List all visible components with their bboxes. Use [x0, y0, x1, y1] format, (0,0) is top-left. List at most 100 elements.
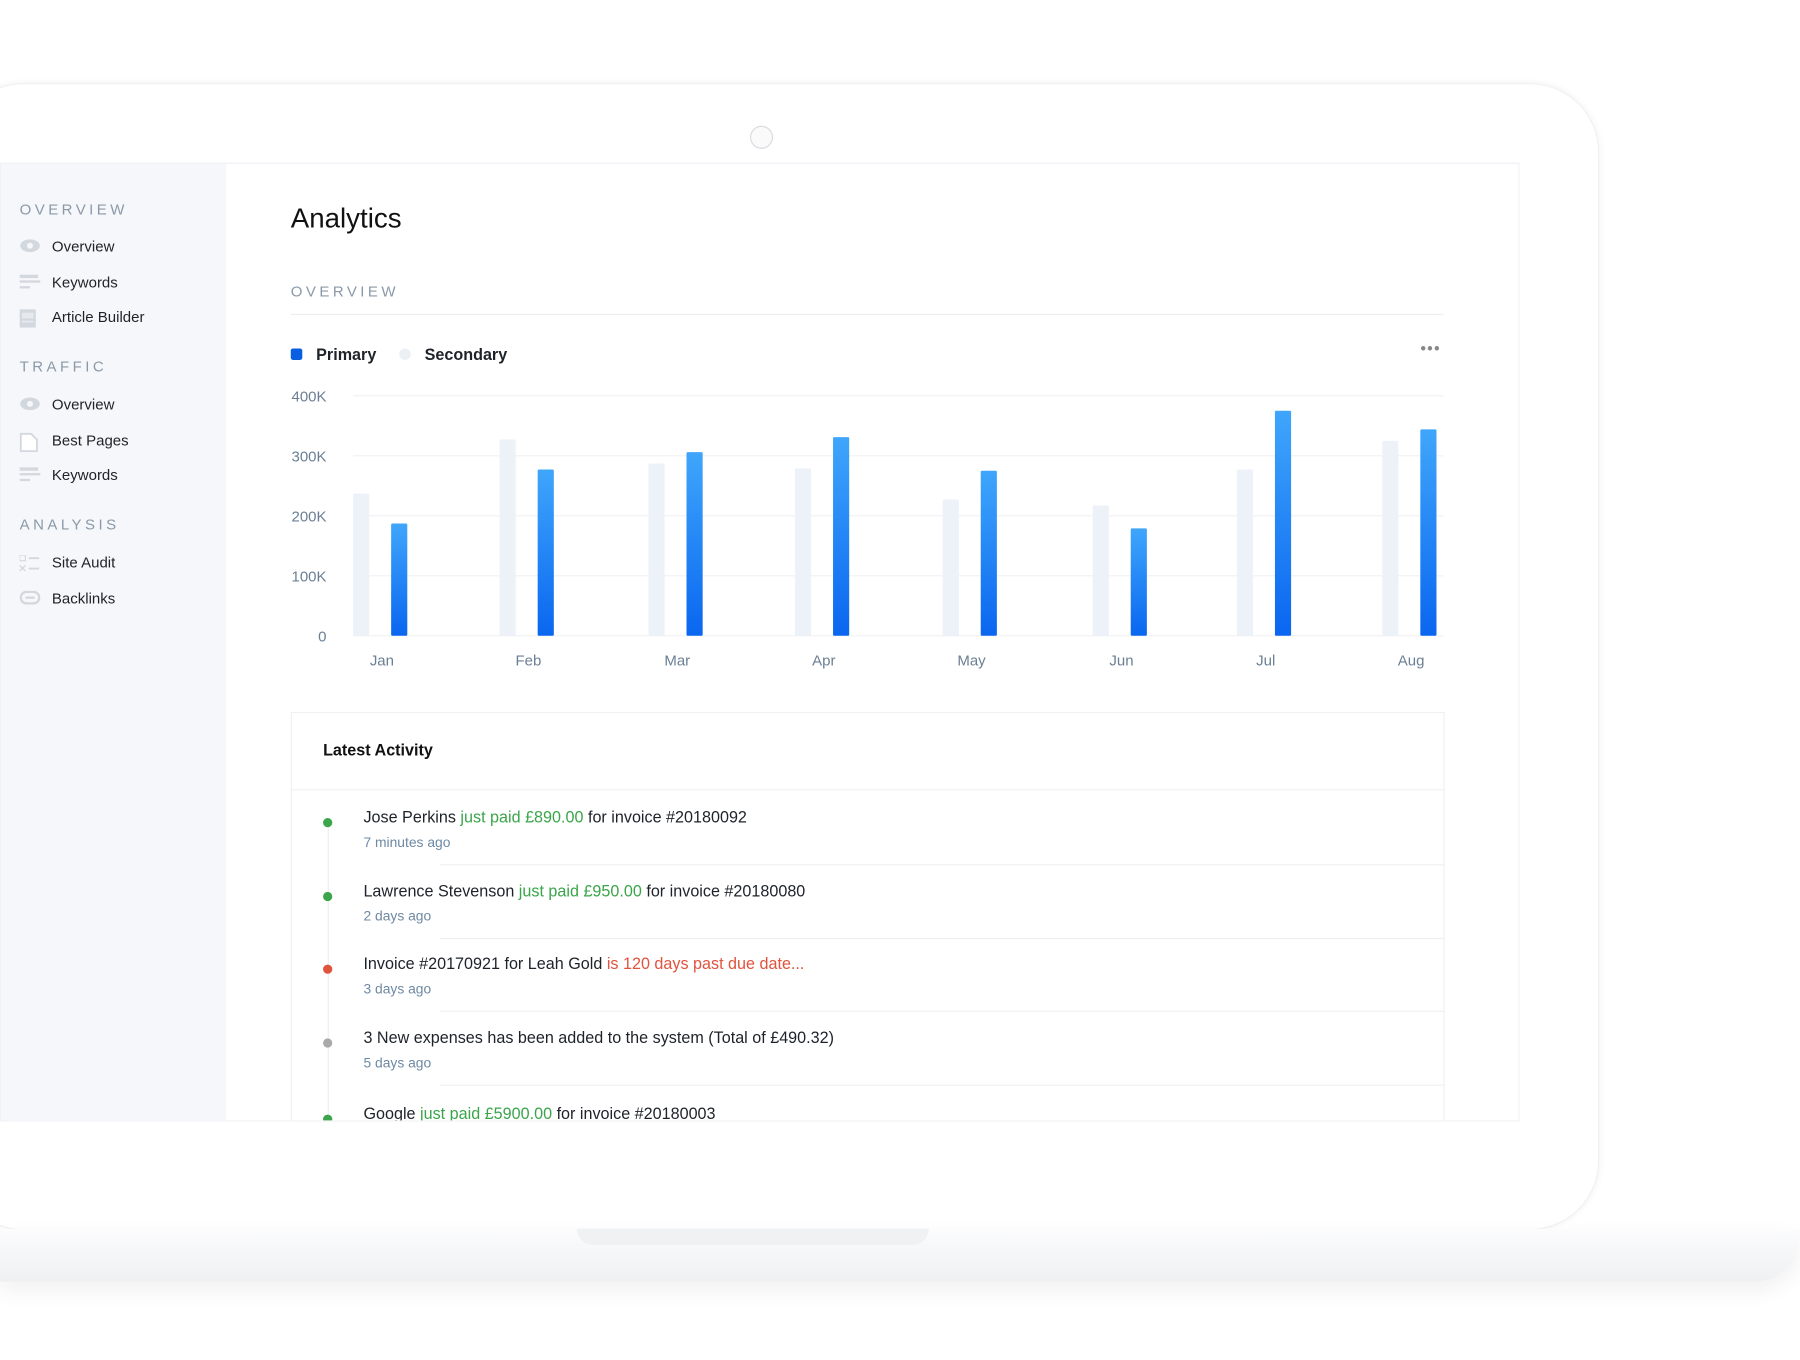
activity-item[interactable]: Lawrence Stevenson just paid £950.00 for… [363, 882, 805, 900]
sidebar: OVERVIEW Overview Keywords Article Builder T… [1, 163, 227, 1121]
divider [290, 313, 1444, 315]
bar-primary-Jan[interactable] [391, 523, 408, 636]
x-tick-label: Mar [664, 653, 690, 670]
screen: OVERVIEW Overview Keywords Article Builder T… [0, 162, 1520, 1122]
sidebar-item-backlinks[interactable]: Backlinks [19, 589, 116, 607]
sidebar-item-best-pages[interactable]: Best Pages [19, 431, 129, 452]
activity-item[interactable]: Invoice #20170921 for Leah Gold is 120 d… [363, 954, 804, 972]
bar-secondary-Feb[interactable] [499, 439, 516, 636]
activity-text: Invoice #20170921 for Leah Gold [363, 954, 607, 973]
primary-swatch-icon [290, 348, 303, 360]
x-tick-label: Feb [516, 653, 542, 670]
link-icon [19, 590, 41, 606]
x-tick-label: Jul [1256, 653, 1275, 670]
legend-secondary[interactable]: Secondary [399, 345, 507, 363]
section-label: OVERVIEW [290, 282, 400, 300]
page-title: Analytics [290, 203, 402, 235]
bar-primary-Feb[interactable] [537, 469, 554, 636]
sidebar-item-overview[interactable]: Overview [20, 237, 115, 255]
bar-primary-Mar[interactable] [686, 452, 703, 636]
legend-primary[interactable]: Primary [290, 344, 377, 364]
bar-primary-Jul[interactable] [1274, 410, 1292, 636]
sidebar-item-label: Overview [51, 237, 115, 255]
activity-timestamp: 7 minutes ago [363, 834, 451, 851]
sidebar-section-title: TRAFFIC [19, 357, 108, 375]
sidebar-item-label: Best Pages [51, 431, 129, 449]
sidebar-item-keywords[interactable]: Keywords [19, 466, 118, 484]
secondary-swatch-icon [399, 348, 411, 360]
y-tick-label: 0 [318, 629, 326, 646]
activity-highlight: just paid £5900.00 [420, 1104, 553, 1122]
y-tick-label: 300K [292, 449, 327, 466]
sidebar-item-label: Backlinks [51, 589, 116, 607]
activity-text: Google [363, 1104, 421, 1122]
activity-timestamp: 3 days ago [363, 980, 432, 997]
y-tick-label: 400K [292, 389, 327, 406]
sidebar-item-label: Overview [51, 395, 115, 414]
divider [439, 1084, 1444, 1086]
lines-icon [19, 466, 41, 483]
legend-label: Secondary [424, 344, 508, 364]
activity-highlight: just paid £890.00 [460, 807, 584, 827]
sidebar-item-label: Site Audit [51, 553, 116, 572]
x-tick-label: Aug [1398, 653, 1425, 670]
bar-secondary-Jun[interactable] [1092, 505, 1109, 636]
page-icon [19, 432, 41, 452]
bar-secondary-Aug[interactable] [1382, 440, 1399, 636]
activity-text: for invoice #20180003 [552, 1104, 716, 1122]
divider [291, 789, 1444, 791]
bar-secondary-May[interactable] [942, 499, 959, 636]
latest-activity-card: Latest Activity Jose Perkins just paid £… [290, 711, 1445, 1122]
laptop-notch [576, 1228, 929, 1245]
checklist-icon [19, 553, 41, 572]
eye-icon [20, 238, 41, 254]
x-tick-label: Apr [812, 653, 835, 670]
camera-icon [749, 125, 774, 149]
sidebar-section-title: ANALYSIS [19, 515, 120, 534]
status-dot-green [323, 891, 333, 902]
lines-icon [19, 274, 41, 290]
bar-primary-Aug[interactable] [1420, 429, 1437, 636]
activity-text: for invoice #20180092 [583, 807, 747, 827]
document-icon [19, 308, 41, 328]
sidebar-item-overview[interactable]: Overview [20, 395, 115, 414]
activity-timestamp: 5 days ago [363, 1054, 432, 1071]
bar-primary-Jun[interactable] [1130, 528, 1147, 636]
status-dot-red [323, 964, 333, 974]
sidebar-item-keywords[interactable]: Keywords [19, 273, 118, 291]
sidebar-item-article-builder[interactable]: Article Builder [19, 308, 145, 328]
activity-item[interactable]: 3 New expenses has been added to the sys… [363, 1028, 834, 1046]
legend-label: Primary [316, 344, 377, 364]
bar-primary-May[interactable] [980, 470, 997, 636]
activity-text: Jose Perkins [363, 807, 461, 827]
sidebar-item-label: Article Builder [51, 308, 145, 326]
x-tick-label: Jun [1109, 653, 1133, 670]
card-title: Latest Activity [323, 740, 433, 760]
x-tick-label: Jan [370, 653, 394, 670]
status-dot-green [323, 818, 333, 828]
sidebar-item-site-audit[interactable]: Site Audit [19, 553, 116, 572]
activity-text: Lawrence Stevenson [363, 881, 519, 900]
bar-primary-Apr[interactable] [833, 437, 850, 636]
status-dot-grey [323, 1038, 333, 1048]
activity-item[interactable]: Google just paid £5900.00 for invoice #2… [363, 1104, 716, 1122]
y-tick-label: 200K [292, 509, 327, 526]
y-tick-label: 100K [292, 569, 327, 586]
bar-secondary-Jul[interactable] [1236, 469, 1254, 636]
activity-timestamp: 2 days ago [363, 908, 432, 925]
bar-secondary-Jan[interactable] [353, 493, 370, 636]
bar-chart: 0 100K 200K 300K 400K Jan Feb Mar Apr May Jun Jul Au… [292, 389, 1444, 670]
activity-text: for invoice #20180080 [641, 881, 806, 900]
activity-highlight: is 120 days past due date... [606, 954, 805, 973]
sidebar-item-label: Keywords [51, 466, 118, 484]
bar-secondary-Mar[interactable] [648, 463, 665, 636]
activity-item[interactable]: Jose Perkins just paid £890.00 for invoi… [363, 808, 746, 826]
divider [439, 938, 1444, 940]
divider [439, 864, 1444, 866]
divider [439, 1010, 1444, 1012]
ellipsis-icon[interactable]: ••• [1420, 339, 1440, 357]
bar-secondary-Apr[interactable] [794, 468, 812, 636]
activity-highlight: just paid £950.00 [518, 881, 642, 900]
status-dot-green [323, 1114, 333, 1121]
x-tick-label: May [957, 653, 986, 670]
